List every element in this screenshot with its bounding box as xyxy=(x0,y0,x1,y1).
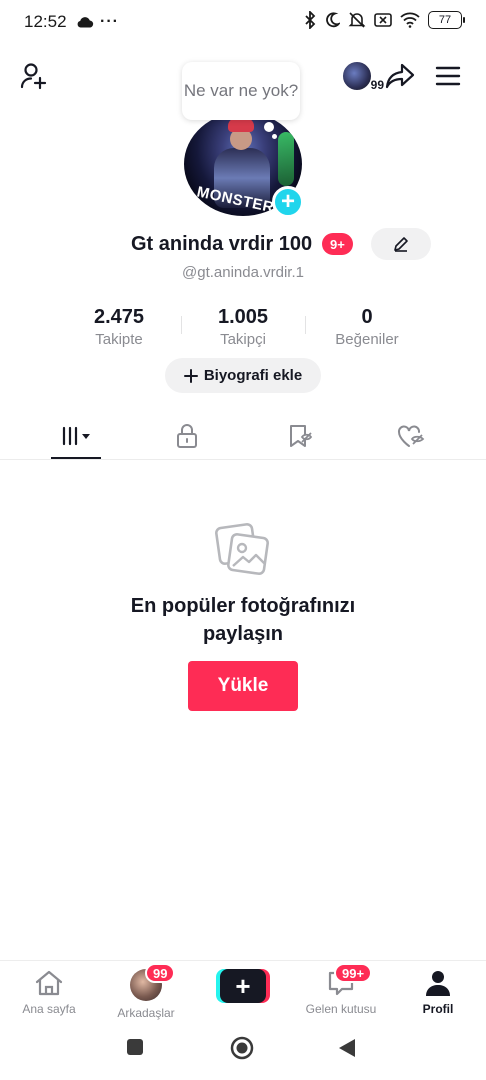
add-bio-label: Biyografi ekle xyxy=(203,367,303,384)
share-button[interactable] xyxy=(382,58,418,94)
moon-icon xyxy=(326,12,340,28)
display-name: Gt aninda vrdir 100 xyxy=(131,233,313,255)
stat-value: 1.005 xyxy=(217,306,269,328)
status-bar: 12:52 ··· 77 xyxy=(0,0,486,44)
tab-saved[interactable] xyxy=(270,412,330,460)
bookmark-icon xyxy=(290,425,313,447)
profile-icon xyxy=(426,971,450,996)
nav-profile[interactable]: Profil xyxy=(408,961,468,1025)
nav-home-label: Ana sayfa xyxy=(22,1002,76,1016)
stat-followers[interactable]: 1.005 Takipçi xyxy=(183,306,303,348)
share-arrow-icon xyxy=(385,63,415,89)
stat-likes[interactable]: 0 Beğeniler xyxy=(307,306,427,348)
story-avatar-button[interactable]: 99 xyxy=(336,58,384,94)
add-user-icon xyxy=(20,63,47,90)
grid-icon xyxy=(62,426,90,446)
username: @gt.aninda.vrdir.1 xyxy=(182,264,304,281)
pencil-icon xyxy=(394,237,408,252)
stat-following[interactable]: 2.475 Takipte xyxy=(59,306,179,348)
tab-private[interactable] xyxy=(157,412,217,460)
nav-profile-label: Profil xyxy=(422,1002,454,1016)
menu-button[interactable] xyxy=(430,58,466,94)
nav-inbox-label: Gelen kutusu xyxy=(305,1002,377,1016)
system-navigation-bar xyxy=(0,1024,486,1080)
empty-state-title: En popüler fotoğrafınızı paylaşın xyxy=(130,595,356,645)
add-friend-button[interactable] xyxy=(16,58,52,94)
back-button[interactable] xyxy=(338,1038,356,1063)
recents-button[interactable] xyxy=(126,1038,144,1061)
create-button[interactable]: + xyxy=(216,969,270,1003)
active-tab-indicator xyxy=(51,457,101,459)
bluetooth-icon xyxy=(305,11,316,29)
notification-badge[interactable]: 9+ xyxy=(322,233,353,255)
stat-value: 2.475 xyxy=(93,306,145,328)
tab-videos[interactable] xyxy=(46,412,106,460)
tab-liked[interactable] xyxy=(381,412,441,460)
square-icon xyxy=(127,1039,143,1055)
stat-value: 0 xyxy=(361,306,373,328)
content-tabs xyxy=(0,412,486,460)
more-notifications-icon: ··· xyxy=(100,13,119,30)
upload-label: Yükle xyxy=(217,675,269,696)
liked-icon xyxy=(398,425,425,447)
create-plus-icon: + xyxy=(220,969,266,1003)
bottom-nav: Ana sayfa Arkadaşlar 99 + Gelen kutusu 9… xyxy=(0,960,486,1024)
stat-label: Takipçi xyxy=(220,331,266,348)
add-bio-button[interactable]: Biyografi ekle xyxy=(165,358,321,393)
sim-off-icon xyxy=(374,13,392,27)
profile-avatar[interactable]: MONSTER A + xyxy=(184,112,304,218)
edit-profile-button[interactable] xyxy=(371,228,431,260)
name-row: Gt aninda vrdir 100 9+ xyxy=(0,228,486,262)
hamburger-menu-icon xyxy=(435,66,461,86)
mute-bell-icon xyxy=(348,12,366,28)
mini-avatar xyxy=(342,61,372,91)
home-system-button[interactable] xyxy=(230,1036,254,1065)
inbox-badge: 99+ xyxy=(334,963,373,983)
photos-icon xyxy=(215,523,269,575)
stat-label: Beğeniler xyxy=(335,331,399,348)
friends-badge: 99 xyxy=(145,963,176,983)
upload-button[interactable]: Yükle xyxy=(188,661,298,711)
plus-icon xyxy=(183,368,198,383)
lock-icon xyxy=(177,424,197,448)
circle-icon xyxy=(230,1036,254,1060)
status-time: 12:52 xyxy=(24,12,67,31)
battery-indicator: 77 xyxy=(428,11,465,29)
home-icon xyxy=(35,970,63,996)
back-triangle-icon xyxy=(339,1039,355,1057)
cloud-icon xyxy=(77,17,94,28)
wifi-icon xyxy=(400,12,420,28)
add-story-plus-button[interactable]: + xyxy=(272,186,304,218)
nav-home[interactable]: Ana sayfa xyxy=(10,961,88,1025)
nav-friends-label: Arkadaşlar xyxy=(117,1006,175,1020)
bubble-text: Ne var ne yok? xyxy=(183,81,299,100)
status-bubble[interactable]: Ne var ne yok? xyxy=(182,62,300,120)
stat-label: Takipte xyxy=(95,331,143,348)
stats-row: 2.475 Takipte 1.005 Takipçi 0 Beğeniler xyxy=(0,306,486,350)
